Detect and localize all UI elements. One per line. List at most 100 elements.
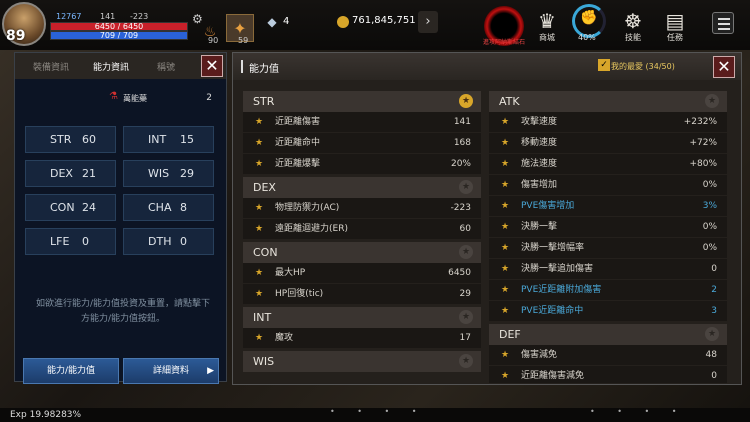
combat-power: 12767 <box>56 12 82 21</box>
stat-box-cha[interactable]: CHA 8 <box>123 194 214 221</box>
stat-row[interactable]: ★ 物理防禦力(AC) -223 <box>243 198 481 219</box>
stat-row[interactable]: ★ 傷害增加 0% <box>489 175 727 196</box>
section-name: DEX <box>253 181 276 194</box>
stat-box-dth[interactable]: DTH 0 <box>123 228 214 255</box>
stat-value: 20% <box>450 159 471 169</box>
skill-icon[interactable]: ☸ <box>620 8 646 34</box>
stat-label: 攻擊速度 <box>521 117 558 127</box>
info-tabs: 裝備資訊 能力資訊 稱號 <box>15 53 226 79</box>
stat-row[interactable]: ★ 近距離傷害 141 <box>243 112 481 133</box>
star-icon[interactable]: ★ <box>705 94 719 108</box>
stat-row[interactable]: ★ 近距離爆擊 20% <box>243 154 481 175</box>
stat-label: 施法速度 <box>521 159 558 169</box>
defense-stat: -223 <box>130 12 149 21</box>
stat-row[interactable]: ★ 遠距離迴避力(ER) 60 <box>243 219 481 240</box>
star-icon: ★ <box>501 264 510 274</box>
stat-row[interactable]: ★ 魔攻 17 <box>243 328 481 349</box>
stat-label: 魔攻 <box>275 333 294 343</box>
stat-label: 遠距離迴避力(ER) <box>275 224 348 234</box>
star-icon: ★ <box>501 371 510 381</box>
stat-name: DEX <box>50 167 73 180</box>
stat-label: PVE傷害增加 <box>521 201 575 211</box>
stat-row[interactable]: ★ 施法速度 +80% <box>489 154 727 175</box>
stat-row[interactable]: ★ 近距離傷害減免 0 <box>489 366 727 383</box>
star-icon: ★ <box>255 159 264 169</box>
star-icon: ★ <box>255 268 264 278</box>
favorites-label[interactable]: 我的最愛 (34/50) <box>611 61 675 72</box>
section-name: STR <box>253 95 275 108</box>
star-icon[interactable]: ★ <box>459 180 473 194</box>
star-icon: ★ <box>255 203 264 213</box>
stat-row[interactable]: ★ 決勝一擊增幅率 0% <box>489 238 727 259</box>
tab-ability[interactable]: 能力資訊 <box>93 60 129 73</box>
star-icon[interactable]: ★ <box>459 310 473 324</box>
stat-value: 0% <box>702 222 717 232</box>
close-icon[interactable]: ✕ <box>201 55 223 77</box>
hamburger-menu-icon[interactable] <box>712 12 734 34</box>
chevron-right-icon[interactable]: › <box>418 11 438 33</box>
star-icon[interactable]: ★ <box>459 354 473 368</box>
stat-row[interactable]: ★ 攻擊速度 +232% <box>489 112 727 133</box>
stat-row[interactable]: ★ 最大HP 6450 <box>243 263 481 284</box>
stat-box-int[interactable]: INT 15 <box>123 126 214 153</box>
exp-text: Exp 19.98283% <box>10 410 82 420</box>
section-header: DEF ★ <box>489 324 727 345</box>
star-icon: ★ <box>255 224 264 234</box>
quest-scroll-icon[interactable]: ▤ <box>662 8 688 34</box>
bag-count: 90 <box>208 36 219 45</box>
stat-label: 決勝一擊追加傷害 <box>521 264 594 274</box>
stat-row[interactable]: ★ PVE傷害增加 3% <box>489 196 727 217</box>
star-icon: ★ <box>255 117 264 127</box>
stats-column-right: ATK ★ ★ 攻擊速度 +232% ★ 移動速度 +72% ★ 施法速度 +80% ★ 傷害增加 0% ★… <box>489 91 727 383</box>
stat-box-dex[interactable]: DEX 21 <box>25 160 116 187</box>
stat-row[interactable]: ★ PVE近距離附加傷害 2 <box>489 280 727 301</box>
stat-box-con[interactable]: CON 24 <box>25 194 116 221</box>
stats-column-left: STR ★ ★ 近距離傷害 141 ★ 近距離命中 168 ★ 近距離爆擊 20% DEX ★ ★ 物理防禦… <box>243 91 481 383</box>
stat-row[interactable]: ★ 傷害減免 48 <box>489 345 727 366</box>
fist-icon: ✊ <box>580 10 598 26</box>
skill-label: 技能 <box>625 33 641 42</box>
stat-section: STR ★ ★ 近距離傷害 141 ★ 近距離命中 168 ★ 近距離爆擊 20% <box>243 91 481 175</box>
stat-label: 傷害減免 <box>521 350 558 360</box>
stat-label: HP回復(tic) <box>275 289 324 299</box>
stat-value: 6450 <box>448 268 471 278</box>
close-icon[interactable]: ✕ <box>713 56 735 78</box>
stat-label: 近距離傷害減免 <box>521 371 585 381</box>
stat-value: 48 <box>705 350 717 360</box>
star-icon[interactable]: ★ <box>459 245 473 259</box>
star-icon[interactable]: ★ <box>705 327 719 341</box>
tab-title[interactable]: 稱號 <box>157 60 175 73</box>
shop-bag-icon[interactable]: ♛ <box>534 8 560 34</box>
stat-row[interactable]: ★ 決勝一擊追加傷害 0 <box>489 259 727 280</box>
stat-label: PVE近距離附加傷害 <box>521 285 602 295</box>
detail-button[interactable]: 詳細資料 ▶ <box>123 358 219 384</box>
gold-coin-icon <box>337 16 349 28</box>
section-header: INT ★ <box>243 307 481 328</box>
stat-row[interactable]: ★ 近距離命中 168 <box>243 133 481 154</box>
stat-value: +80% <box>689 159 717 169</box>
star-icon[interactable]: ★ <box>459 94 473 108</box>
checkbox-icon[interactable]: ✓ <box>598 59 610 71</box>
stat-box-lfe[interactable]: LFE 0 <box>25 228 116 255</box>
section-header: STR ★ <box>243 91 481 112</box>
stat-value: 29 <box>180 167 194 180</box>
top-hud: 89 12767 141 -223 6450 / 6450 709 / 709 … <box>0 0 750 50</box>
section-header: DEX ★ <box>243 177 481 198</box>
stat-value: 21 <box>82 167 96 180</box>
ability-button[interactable]: 能力/能力值 <box>23 358 119 384</box>
section-name: WIS <box>253 355 275 368</box>
stat-row[interactable]: ★ 移動速度 +72% <box>489 133 727 154</box>
star-icon: ★ <box>255 138 264 148</box>
stat-row[interactable]: ★ PVE近距離命中 3 <box>489 301 727 322</box>
stat-label: PVE近距離命中 <box>521 306 584 316</box>
stat-value: -223 <box>450 203 471 213</box>
stat-box-str[interactable]: STR 60 <box>25 126 116 153</box>
stat-row[interactable]: ★ HP回復(tic) 29 <box>243 284 481 305</box>
stat-value: 2 <box>711 285 717 295</box>
star-icon: ★ <box>501 222 510 232</box>
section-name: ATK <box>499 95 520 108</box>
stat-row[interactable]: ★ 決勝一擊 0% <box>489 217 727 238</box>
tab-equipment[interactable]: 裝備資訊 <box>33 60 69 73</box>
stat-box-wis[interactable]: WIS 29 <box>123 160 214 187</box>
stat-value: 0 <box>82 235 89 248</box>
